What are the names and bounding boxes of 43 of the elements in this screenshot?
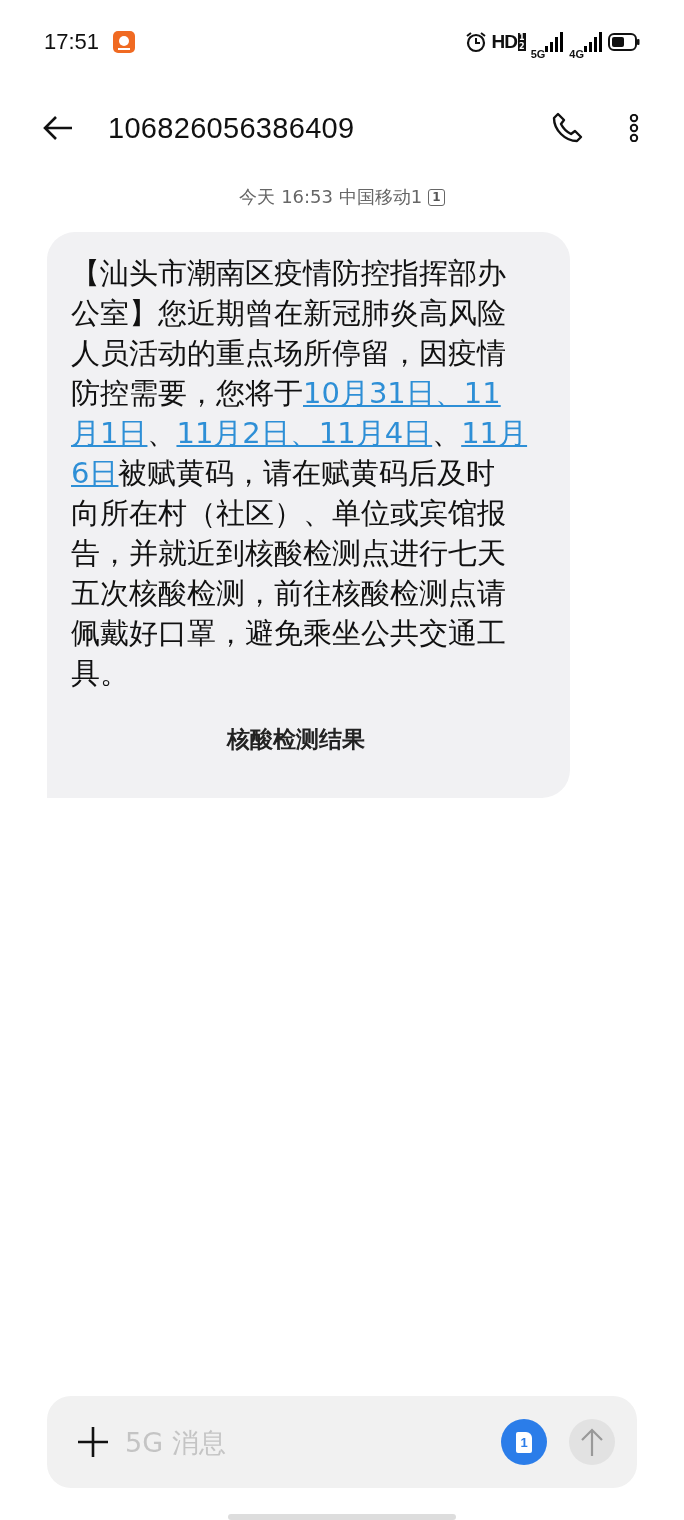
message-text: 向所在村（社区）、单位或宾馆报 bbox=[71, 495, 506, 532]
sim-card-number: 1 bbox=[516, 1431, 532, 1453]
message-text: 公室】您近期曾在新冠肺炎高风险 bbox=[71, 295, 506, 332]
phone-icon bbox=[550, 111, 584, 145]
message-text: 【汕头市潮南区疫情防控指挥部办 bbox=[71, 255, 506, 292]
message-time: 今天 16:53 中国移动1 bbox=[239, 185, 423, 209]
date-link[interactable]: 月1日 bbox=[71, 414, 148, 454]
date-link[interactable]: 11月 bbox=[461, 414, 528, 454]
clock-time: 17:51 bbox=[44, 29, 100, 55]
sim-slot-number: 1 bbox=[518, 33, 526, 42]
back-button[interactable] bbox=[42, 115, 74, 141]
sim-slot-number: 2 bbox=[518, 42, 526, 51]
message-text: 五次核酸检测，前往核酸检测点请 bbox=[71, 575, 506, 612]
message-text: 、 bbox=[147, 415, 177, 452]
hd-voice-label: HD bbox=[491, 31, 518, 53]
network-type: 4G bbox=[569, 48, 584, 60]
up-arrow-icon bbox=[580, 1427, 604, 1457]
message-text: 具。 bbox=[71, 655, 129, 692]
signal-icon bbox=[544, 32, 565, 52]
message-text: 被赋黄码，请在赋黄码后及时 bbox=[118, 455, 496, 492]
result-button[interactable]: 核酸检测结果 bbox=[218, 720, 373, 759]
plus-icon bbox=[77, 1426, 109, 1458]
alarm-icon bbox=[464, 31, 487, 53]
date-link[interactable]: 11月2日、11月4日 bbox=[176, 414, 433, 454]
message-text: 人员活动的重点场所停留，因疫情 bbox=[71, 335, 506, 372]
back-arrow-icon bbox=[42, 115, 74, 141]
message-text: 防控需要，您将于 bbox=[71, 375, 303, 412]
battery-icon bbox=[608, 33, 640, 51]
more-button[interactable] bbox=[628, 114, 640, 142]
call-button[interactable] bbox=[550, 111, 584, 145]
contact-number: 106826056386409 bbox=[108, 111, 356, 145]
sim-select-button[interactable]: 1 bbox=[501, 1419, 547, 1465]
network-type: 5G bbox=[530, 48, 546, 60]
add-button[interactable] bbox=[77, 1426, 109, 1458]
date-link[interactable]: 10月31日、11 bbox=[303, 374, 501, 414]
sim-badge: 1 bbox=[428, 188, 445, 206]
message-text: 佩戴好口罩，避免乘坐公共交通工 bbox=[71, 615, 506, 652]
app-notification-icon bbox=[113, 31, 136, 53]
date-link[interactable]: 6日 bbox=[71, 454, 119, 494]
more-icon bbox=[628, 114, 640, 142]
message-text: 告，并就近到核酸检测点进行七天 bbox=[71, 535, 506, 572]
message-text: 、 bbox=[432, 415, 462, 452]
signal-icon bbox=[583, 32, 603, 52]
